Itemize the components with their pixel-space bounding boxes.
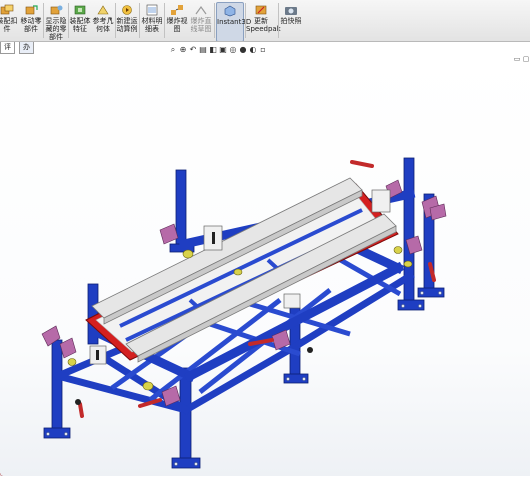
scene-icon[interactable]: ◐ — [248, 44, 258, 56]
explode-line-sketch-label: 爆炸直 线草图 — [190, 17, 212, 33]
zoom-to-fit-icon[interactable]: ⌕ — [168, 44, 178, 56]
insert-component-icon — [0, 4, 14, 15]
insert-component-label: 装配扣 件 — [0, 17, 18, 33]
toolbar-separator — [43, 3, 44, 38]
section-view-icon[interactable]: ▤ — [198, 44, 208, 56]
instant3d-button[interactable]: Instant3D — [216, 2, 252, 41]
show-hidden-button[interactable]: 显示隐 藏的零 部件 — [45, 2, 67, 41]
toolbar-separator — [278, 3, 279, 38]
toolbar-separator — [164, 3, 165, 38]
take-snapshot-label: 拍快照 — [280, 17, 302, 25]
heads-up-view-toolbar: ⌕ ⊕ ↶ ▤ ◧ ▣ ◎ ● ◐ ▫ — [168, 44, 268, 56]
update-speedpak-button[interactable]: 更新 Speedpak — [246, 2, 281, 40]
bom-label: 材料明 细表 — [141, 17, 163, 33]
display-style-icon[interactable]: ▣ — [218, 44, 228, 56]
assembly-model-view[interactable] — [0, 54, 530, 476]
view-orientation-icon[interactable]: ◧ — [208, 44, 218, 56]
reference-geometry-icon — [97, 5, 109, 15]
chevron-down-icon[interactable]: ▾ — [109, 16, 112, 24]
edit-appearance-icon[interactable]: ● — [238, 44, 248, 56]
explode-line-sketch-button[interactable]: 爆炸直 线草图 — [189, 2, 213, 40]
command-manager-toolbar: 装配扣 件 移动零 部件 ▾ 显示隐 藏的零 部件 装配体 特征 ▾ 参考几 何… — [0, 0, 530, 42]
update-speedpak-label: 更新 Speedpak — [246, 17, 281, 33]
new-motion-study-button[interactable]: 新建运 动算例 — [116, 2, 138, 40]
move-component-icon — [25, 5, 38, 15]
tab-office-products[interactable]: 办公室产品 — [19, 42, 34, 95]
toolbar-separator — [214, 3, 215, 38]
assembly-feature-icon — [74, 5, 86, 15]
instant3d-icon — [224, 5, 236, 17]
maximize-icon[interactable]: ▢ — [521, 55, 530, 64]
assembly-feature-button[interactable]: 装配体 特征 ▾ — [69, 2, 91, 40]
zoom-area-icon[interactable]: ⊕ — [178, 44, 188, 56]
tab-evaluate[interactable]: 评估 — [0, 42, 15, 62]
coordinate-triad-icon: ⌞ — [0, 470, 3, 477]
snapshot-icon — [285, 7, 297, 15]
bom-button[interactable]: 材料明 细表 — [141, 2, 163, 40]
toolbar-separator — [139, 3, 140, 38]
speedpak-icon — [255, 5, 267, 15]
show-hidden-label: 显示隐 藏的零 部件 — [45, 17, 67, 41]
explode-line-sketch-icon — [195, 5, 207, 15]
take-snapshot-button[interactable]: 拍快照 — [280, 2, 302, 40]
hide-show-items-icon[interactable]: ◎ — [228, 44, 238, 56]
new-motion-study-label: 新建运 动算例 — [116, 17, 138, 33]
instant3d-label: Instant3D — [217, 18, 252, 26]
reference-geometry-button[interactable]: 参考几 何体 ▾ — [92, 2, 114, 40]
view-settings-icon[interactable]: ▫ — [258, 44, 268, 56]
exploded-view-icon — [171, 5, 183, 15]
insert-component-button[interactable]: 装配扣 件 — [0, 2, 20, 40]
show-hidden-icon — [50, 5, 63, 15]
motion-study-icon — [122, 5, 132, 15]
bom-icon — [146, 4, 158, 16]
chevron-down-icon[interactable]: ▾ — [86, 16, 89, 24]
previous-view-icon[interactable]: ↶ — [188, 44, 198, 56]
graphics-area[interactable]: ▭ ▢ ⌞ — [0, 54, 530, 477]
chevron-down-icon[interactable]: ▾ — [37, 16, 40, 24]
exploded-view-label: 爆炸视 图 — [166, 17, 188, 33]
exploded-view-button[interactable]: 爆炸视 图 — [166, 2, 188, 40]
move-component-button[interactable]: 移动零 部件 ▾ — [20, 2, 42, 40]
